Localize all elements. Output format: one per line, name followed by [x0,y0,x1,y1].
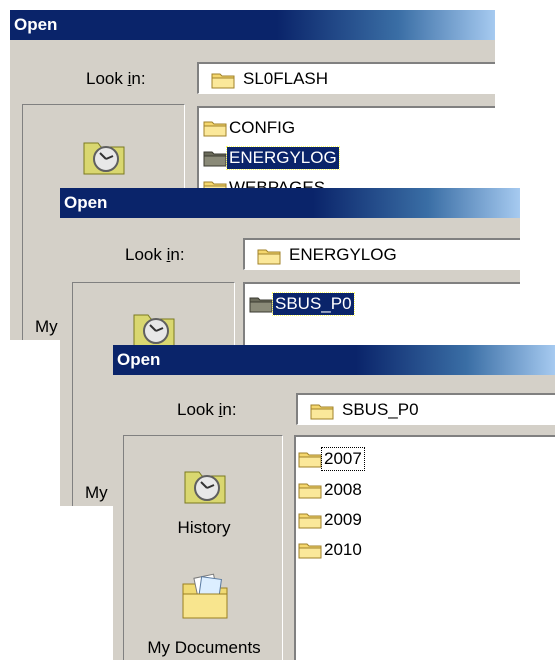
place-label-partial: My [35,317,58,336]
list-item-energylog[interactable]: ENERGYLOG [203,145,340,171]
history-icon[interactable] [182,464,228,506]
folder-icon [298,452,322,468]
look-in-combo[interactable]: ENERGYLOG [243,238,520,270]
place-label-history[interactable]: History [124,518,284,538]
history-icon[interactable] [81,135,127,177]
dialog-title: Open [60,188,520,218]
look-in-label: Look in: [177,400,237,419]
open-dialog-sbus-p0: Open Look in: SBUS_P0 History My Documen… [113,345,555,660]
folder-icon [249,297,273,313]
list-item-2010[interactable]: 2010 [298,537,364,563]
dialog-title: Open [113,345,555,375]
folder-icon [310,404,334,420]
folder-icon [298,483,322,499]
look-in-label: Look in: [86,69,146,88]
file-list[interactable]: 2007 2008 2009 2010 [294,435,555,660]
list-item-2009[interactable]: 2009 [298,507,364,533]
history-icon[interactable] [131,307,177,349]
look-in-value: ENERGYLOG [289,245,397,264]
folder-icon [203,151,227,167]
look-in-combo[interactable]: SBUS_P0 [296,393,555,425]
list-item-2008[interactable]: 2008 [298,477,364,503]
folder-icon [298,543,322,559]
list-item-2007[interactable]: 2007 [298,446,365,472]
dialog-title: Open [10,10,495,40]
look-in-value: SBUS_P0 [342,400,419,419]
list-item-config[interactable]: CONFIG [203,115,297,141]
folder-icon [203,121,227,137]
my-documents-icon[interactable] [180,572,230,622]
place-label-partial: My [85,483,108,502]
look-in-value: SL0FLASH [243,69,329,88]
folder-icon [298,513,322,529]
folder-icon [257,249,281,265]
places-bar: History My Documents [123,435,283,660]
list-item-sbus-p0[interactable]: SBUS_P0 [249,291,355,317]
folder-icon [211,73,235,89]
look-in-combo[interactable]: SL0FLASH [197,62,495,94]
place-label-my-documents[interactable]: My Documents [124,638,284,658]
look-in-label: Look in: [125,245,185,264]
